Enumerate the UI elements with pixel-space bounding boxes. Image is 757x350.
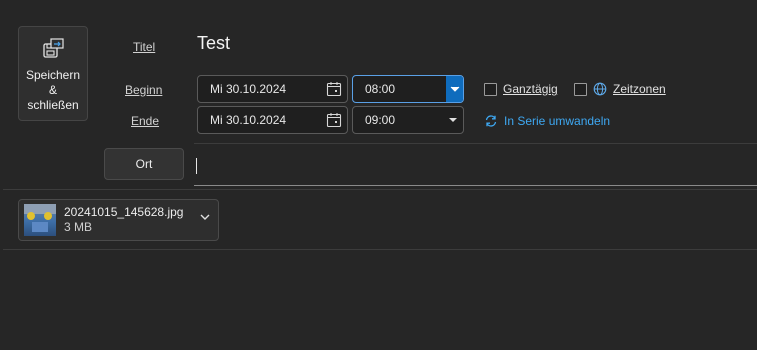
- timezones-label: Zeitzonen: [613, 82, 666, 96]
- convert-to-series-link[interactable]: In Serie umwandeln: [484, 114, 610, 128]
- chevron-down-icon[interactable]: [446, 76, 463, 102]
- attachment-file-name: 20241015_145628.jpg: [64, 205, 184, 219]
- save-and-close-button[interactable]: Speichern & schließen: [18, 26, 88, 121]
- divider: [194, 143, 757, 144]
- convert-to-series-label: In Serie umwandeln: [504, 114, 611, 128]
- location-input[interactable]: [194, 148, 757, 186]
- save-close-icon: [43, 38, 64, 58]
- attachment-file-size: 3 MB: [64, 220, 93, 234]
- globe-icon: [593, 82, 607, 96]
- location-button[interactable]: Ort: [104, 148, 184, 180]
- title-input[interactable]: Test: [197, 33, 230, 54]
- start-time-field[interactable]: 08:00: [352, 75, 464, 103]
- end-date-field[interactable]: Mi 30.10.2024: [197, 106, 348, 134]
- end-label: Ende: [131, 114, 160, 128]
- chevron-down-icon[interactable]: [200, 214, 210, 220]
- calendar-icon[interactable]: [321, 107, 347, 133]
- text-cursor: [196, 158, 197, 174]
- save-and-close-label: Speichern & schließen: [25, 68, 81, 112]
- attachment-card[interactable]: 20241015_145628.jpg 3 MB: [18, 199, 219, 241]
- timezones-checkbox[interactable]: Zeitzonen: [574, 82, 666, 96]
- start-time-value: 08:00: [365, 82, 396, 96]
- recurrence-icon: [485, 115, 497, 127]
- title-label: Titel: [133, 40, 156, 54]
- all-day-label: Ganztägig: [503, 82, 558, 96]
- start-date-value: Mi 30.10.2024: [210, 82, 287, 96]
- end-time-value: 09:00: [365, 113, 396, 127]
- checkbox-icon: [574, 82, 587, 96]
- divider: [3, 249, 757, 250]
- divider: [3, 189, 757, 190]
- checkbox-icon: [484, 82, 497, 96]
- start-date-field[interactable]: Mi 30.10.2024: [197, 75, 348, 103]
- start-label: Beginn: [125, 83, 163, 97]
- end-date-value: Mi 30.10.2024: [210, 113, 287, 127]
- end-time-field[interactable]: 09:00: [352, 106, 464, 134]
- calendar-icon[interactable]: [321, 76, 347, 102]
- chevron-down-icon[interactable]: [443, 107, 463, 133]
- all-day-checkbox[interactable]: Ganztägig: [484, 82, 558, 96]
- image-thumbnail-icon: [24, 204, 56, 236]
